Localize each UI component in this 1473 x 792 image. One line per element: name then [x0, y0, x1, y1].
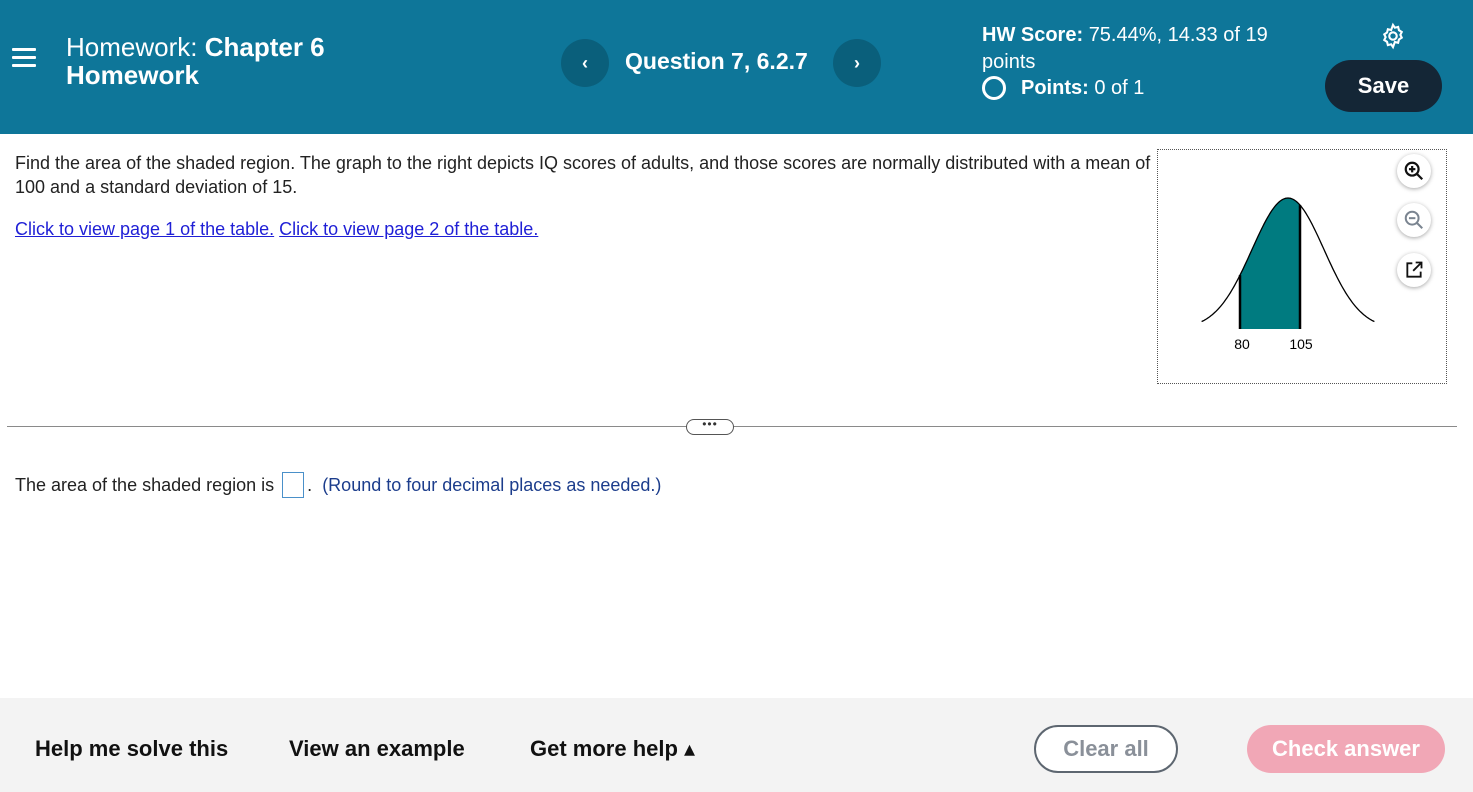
- gear-icon[interactable]: [1379, 22, 1407, 50]
- status-circle-icon: [982, 76, 1006, 100]
- label-105: 105: [1289, 336, 1313, 352]
- zoom-in-icon: [1404, 161, 1424, 181]
- save-button[interactable]: Save: [1325, 60, 1442, 112]
- top-header: Homework: Chapter 6 Homework ‹ Question …: [0, 0, 1473, 134]
- label-80: 80: [1234, 336, 1250, 352]
- question-label: Question 7, 6.2.7: [625, 48, 808, 74]
- hw-score-label: HW Score:: [982, 24, 1084, 46]
- view-example-button[interactable]: View an example: [289, 736, 465, 762]
- footer-bar: Help me solve this View an example Get m…: [0, 698, 1473, 792]
- answer-line: The area of the shaded region is . (Roun…: [15, 472, 661, 498]
- expand-more-button[interactable]: •••: [686, 418, 734, 435]
- clear-all-button[interactable]: Clear all: [1034, 725, 1178, 773]
- rounding-note: (Round to four decimal places as needed.…: [322, 474, 662, 495]
- pop-out-icon: [1406, 261, 1423, 278]
- zoom-out-icon: [1404, 210, 1423, 229]
- table-page-2-link[interactable]: Click to view page 2 of the table.: [279, 219, 538, 239]
- check-answer-button[interactable]: Check answer: [1247, 725, 1445, 773]
- help-me-solve-button[interactable]: Help me solve this: [35, 736, 228, 762]
- chevron-right-icon: ›: [854, 52, 860, 73]
- pop-out-button[interactable]: [1397, 253, 1431, 287]
- table-links: Click to view page 1 of the table. Click…: [15, 219, 538, 240]
- answer-input[interactable]: [282, 472, 305, 498]
- question-text: Find the area of the shaded region. The …: [15, 153, 1151, 197]
- zoom-out-button[interactable]: [1397, 203, 1431, 237]
- table-page-1-link[interactable]: Click to view page 1 of the table.: [15, 219, 274, 239]
- zoom-in-button[interactable]: [1397, 154, 1431, 188]
- chevron-left-icon: ‹: [582, 52, 588, 73]
- get-more-help-button[interactable]: Get more help ▴: [530, 736, 695, 762]
- hw-score: HW Score: 75.44%, 14.33 of 19 points: [982, 22, 1302, 76]
- homework-title: Homework: Chapter 6 Homework: [66, 33, 386, 89]
- shaded-region: [1240, 198, 1300, 329]
- answer-prefix: The area of the shaded region is: [15, 474, 275, 495]
- menu-icon[interactable]: [12, 48, 36, 72]
- points-status: Points: 0 of 1: [982, 76, 1144, 100]
- previous-question-button[interactable]: ‹: [561, 39, 609, 87]
- answer-suffix: .: [307, 474, 313, 495]
- next-question-button[interactable]: ›: [833, 39, 881, 87]
- points-label: Points:: [1021, 76, 1089, 99]
- title-prefix: Homework:: [66, 32, 198, 62]
- points-value: 0 of 1: [1094, 76, 1145, 99]
